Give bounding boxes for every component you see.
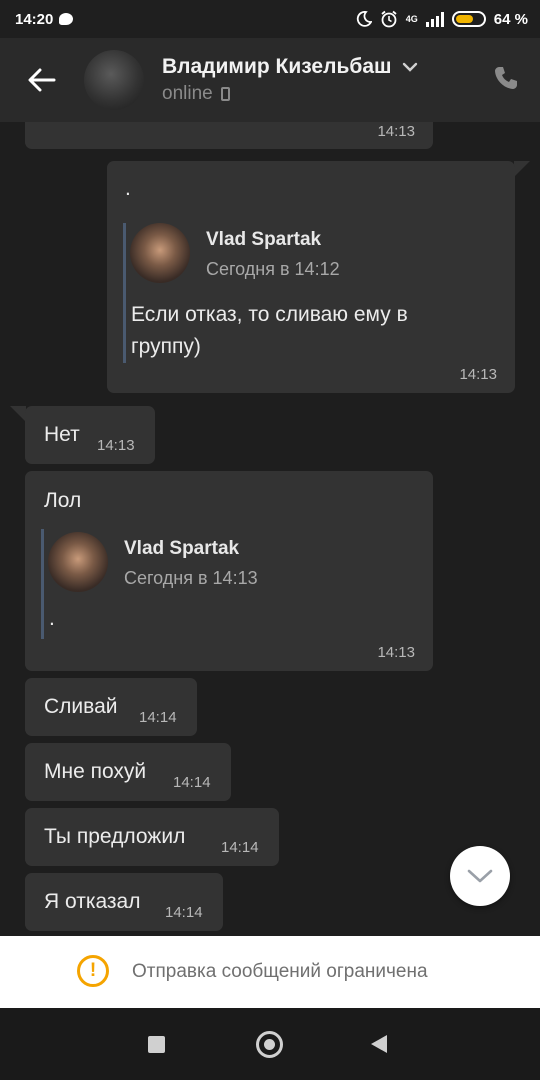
message-time: 14:13: [459, 366, 497, 383]
message-bubble[interactable]: Нет 14:13: [25, 406, 155, 464]
message-bubble[interactable]: Я отказал 14:14: [25, 873, 223, 931]
scroll-to-bottom-button[interactable]: [450, 846, 510, 906]
bubble-tail: [514, 161, 530, 177]
chat-header: Владимир Кизельбаш online: [0, 38, 540, 122]
chevron-down-icon[interactable]: [402, 62, 418, 72]
status-time: 14:20: [15, 10, 54, 28]
arrow-left-icon: [28, 68, 56, 92]
message-time: 14:14: [173, 774, 211, 791]
quote-date: Сегодня в 14:13: [124, 568, 258, 588]
message-list[interactable]: 14:13 . Vlad Spartak Сегодня в 14:12 Есл…: [0, 122, 540, 936]
message-text: .: [125, 177, 131, 200]
battery-text: 64 %: [493, 10, 528, 28]
quoted-message[interactable]: Vlad Spartak Сегодня в 14:13 .: [41, 529, 411, 639]
message-bubble[interactable]: Мне похуй 14:14: [25, 743, 231, 801]
presence-status: online: [162, 83, 213, 104]
message-time: 14:13: [377, 644, 415, 661]
contact-name: Владимир Кизельбаш: [162, 55, 392, 78]
contact-info[interactable]: Владимир Кизельбаш online: [162, 55, 418, 105]
restriction-banner: ! Отправка сообщений ограничена: [0, 936, 540, 1008]
message-bubble[interactable]: Ты предложил 14:14: [25, 808, 279, 866]
back-button[interactable]: [0, 38, 84, 122]
bubble-tail: [10, 406, 26, 422]
message-text: Ты предложил: [44, 825, 186, 848]
home-dot: [264, 1039, 275, 1050]
recents-button[interactable]: [148, 1036, 165, 1053]
message-bubble[interactable]: Лол Vlad Spartak Сегодня в 14:13 . 14:13: [25, 471, 433, 671]
message-bubble[interactable]: 14:13: [25, 122, 433, 149]
chat-notification-icon: [59, 13, 74, 25]
message-text: Мне похуй: [44, 760, 147, 783]
home-button[interactable]: [256, 1031, 283, 1058]
quote-author: Vlad Spartak: [206, 229, 322, 250]
contact-avatar[interactable]: [84, 50, 144, 110]
moon-icon: [356, 11, 372, 27]
quote-text: .: [49, 607, 55, 630]
message-time: 14:14: [221, 839, 259, 856]
message-bubble-outgoing[interactable]: . Vlad Spartak Сегодня в 14:12 Если отка…: [107, 161, 515, 393]
message-text: Нет: [44, 423, 80, 446]
network-type: 4G: [405, 14, 418, 24]
message-text: Я отказал: [44, 890, 141, 913]
chevron-down-icon: [467, 869, 493, 883]
quote-author: Vlad Spartak: [124, 538, 240, 559]
restriction-text: Отправка сообщений ограничена: [132, 961, 428, 982]
message-time: 14:13: [377, 123, 415, 140]
message-time: 14:14: [139, 709, 177, 726]
battery-fill: [455, 15, 473, 23]
battery-icon: [451, 11, 486, 27]
message-time: 14:13: [97, 437, 135, 454]
message-time: 14:14: [165, 904, 203, 921]
message-bubble[interactable]: Сливай 14:14: [25, 678, 197, 736]
status-bar: 14:20 4G 64 %: [0, 0, 540, 38]
quote-date: Сегодня в 14:12: [206, 259, 340, 279]
signal-icon: [425, 11, 444, 27]
quote-text: Если отказ, то сливаю ему в группу): [131, 303, 408, 358]
quoted-message[interactable]: Vlad Spartak Сегодня в 14:12 Если отказ,…: [123, 223, 503, 363]
quote-avatar: [130, 223, 190, 283]
message-text: Сливай: [44, 695, 118, 718]
system-navigation-bar: [0, 1008, 540, 1080]
message-text: Лол: [44, 489, 82, 512]
phone-icon[interactable]: [492, 64, 520, 92]
warning-icon: !: [77, 955, 109, 987]
mobile-icon: [220, 87, 230, 101]
system-back-button[interactable]: [371, 1035, 387, 1053]
alarm-icon: [381, 10, 397, 28]
quote-avatar: [48, 532, 108, 592]
